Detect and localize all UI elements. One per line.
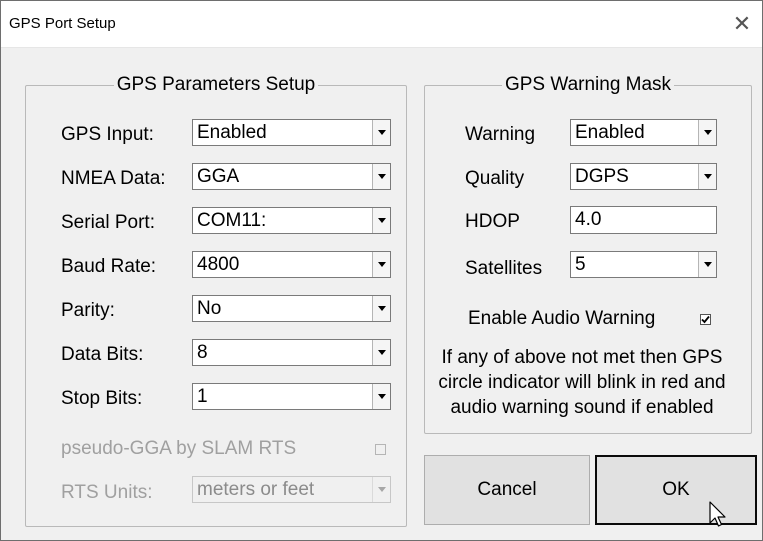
warning-select[interactable]: Enabled xyxy=(570,119,717,146)
mouse-pointer-icon xyxy=(709,501,726,527)
data-bits-select[interactable]: 8 xyxy=(192,339,391,366)
data-bits-label: Data Bits: xyxy=(61,344,144,365)
ok-button[interactable]: OK xyxy=(595,455,757,525)
close-button[interactable]: ✕ xyxy=(722,1,762,47)
chevron-down-icon xyxy=(703,130,712,135)
parity-value: No xyxy=(197,298,222,319)
rts-units-label: RTS Units: xyxy=(61,482,153,503)
hdop-label: HDOP xyxy=(465,211,520,232)
audio-warning-label: Enable Audio Warning xyxy=(468,308,656,329)
dropdown-button[interactable] xyxy=(372,164,390,189)
warning-value: Enabled xyxy=(575,122,645,143)
parity-label: Parity: xyxy=(61,300,115,321)
rts-units-value: meters or feet xyxy=(197,479,315,500)
dropdown-button[interactable] xyxy=(372,477,390,502)
stop-bits-label: Stop Bits: xyxy=(61,388,143,409)
window-title: GPS Port Setup xyxy=(9,15,116,32)
baud-rate-label: Baud Rate: xyxy=(61,256,157,277)
gps-input-value: Enabled xyxy=(197,122,267,143)
dropdown-button[interactable] xyxy=(372,252,390,277)
dropdown-button[interactable] xyxy=(698,252,716,277)
close-icon: ✕ xyxy=(732,11,752,36)
pseudo-gga-checkbox[interactable] xyxy=(375,444,386,455)
chevron-down-icon xyxy=(703,174,712,179)
dropdown-button[interactable] xyxy=(372,340,390,365)
chevron-down-icon xyxy=(377,174,386,179)
quality-select[interactable]: DGPS xyxy=(570,163,717,190)
dropdown-button[interactable] xyxy=(372,120,390,145)
serial-port-value: COM11: xyxy=(197,210,267,231)
rts-units-select[interactable]: meters or feet xyxy=(192,476,391,503)
gps-port-setup-dialog: GPS Port Setup ✕ GPS Parameters Setup GP… xyxy=(0,0,763,541)
chevron-down-icon xyxy=(377,350,386,355)
chevron-down-icon xyxy=(703,262,712,267)
quality-label: Quality xyxy=(465,168,525,189)
audio-warning-checkbox[interactable] xyxy=(700,314,711,325)
cancel-button[interactable]: Cancel xyxy=(424,455,590,525)
stop-bits-value: 1 xyxy=(197,386,208,407)
dropdown-button[interactable] xyxy=(698,164,716,189)
nmea-data-value: GGA xyxy=(197,166,240,187)
baud-rate-select[interactable]: 4800 xyxy=(192,251,391,278)
chevron-down-icon xyxy=(377,262,386,267)
dropdown-button[interactable] xyxy=(372,208,390,233)
ok-label: OK xyxy=(662,479,690,500)
baud-rate-value: 4800 xyxy=(197,254,240,275)
data-bits-value: 8 xyxy=(197,342,208,363)
satellites-value: 5 xyxy=(575,254,586,275)
dropdown-button[interactable] xyxy=(698,120,716,145)
serial-port-select[interactable]: COM11: xyxy=(192,207,391,234)
parity-select[interactable]: No xyxy=(192,295,391,322)
warning-label: Warning xyxy=(465,124,536,145)
warning-note: If any of above not met then GPS circle … xyxy=(438,347,726,418)
dropdown-button[interactable] xyxy=(372,296,390,321)
gps-input-select[interactable]: Enabled xyxy=(192,119,391,146)
satellites-select[interactable]: 5 xyxy=(570,251,717,278)
pseudo-gga-label: pseudo-GGA by SLAM RTS xyxy=(61,438,297,459)
satellites-label: Satellites xyxy=(465,258,543,279)
quality-value: DGPS xyxy=(575,166,629,187)
hdop-input[interactable]: 4.0 xyxy=(570,206,717,234)
chevron-down-icon xyxy=(377,487,386,492)
gps-parameters-title: GPS Parameters Setup xyxy=(113,74,319,95)
chevron-down-icon xyxy=(377,130,386,135)
title-bar: GPS Port Setup ✕ xyxy=(1,1,762,48)
hdop-value: 4.0 xyxy=(575,209,602,230)
serial-port-label: Serial Port: xyxy=(61,212,155,233)
nmea-data-label: NMEA Data: xyxy=(61,168,166,189)
stop-bits-select[interactable]: 1 xyxy=(192,383,391,410)
checkmark-icon xyxy=(701,315,710,324)
gps-warning-mask-title: GPS Warning Mask xyxy=(501,74,675,95)
chevron-down-icon xyxy=(377,306,386,311)
gps-input-label: GPS Input: xyxy=(61,124,154,145)
dropdown-button[interactable] xyxy=(372,384,390,409)
chevron-down-icon xyxy=(377,394,386,399)
nmea-data-select[interactable]: GGA xyxy=(192,163,391,190)
chevron-down-icon xyxy=(377,218,386,223)
